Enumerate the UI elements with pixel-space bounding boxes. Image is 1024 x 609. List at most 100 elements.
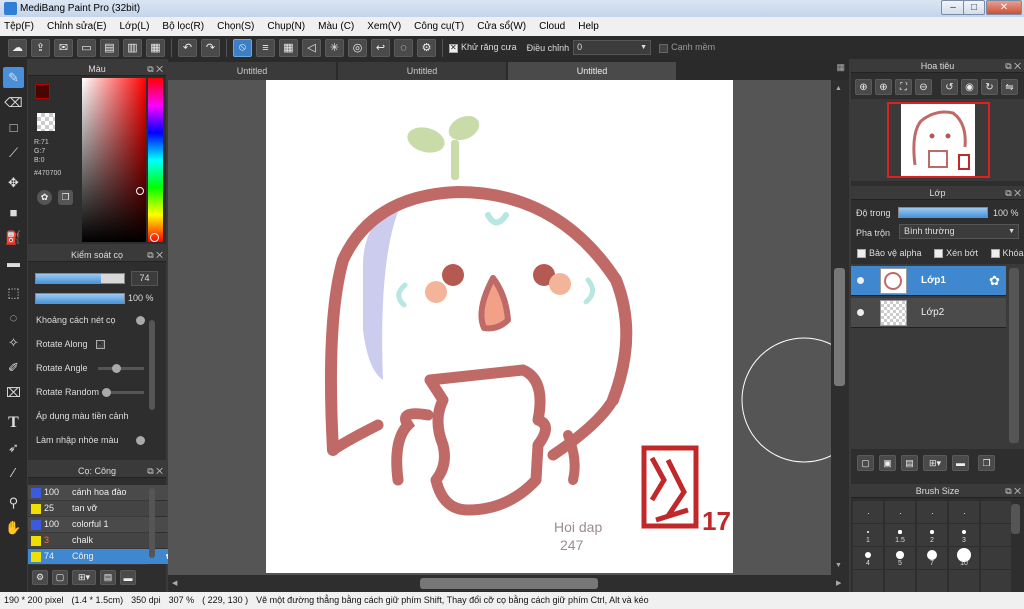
circle-snap-icon[interactable]: ◎ — [348, 38, 367, 57]
zoom-plus-icon[interactable]: ⊕ — [875, 79, 892, 95]
divide-tool-icon[interactable]: ⁄ — [3, 462, 24, 483]
operation-tool-icon[interactable]: ➶ — [3, 437, 24, 458]
brush-size-cell[interactable] — [949, 570, 979, 592]
transparent-color-swatch[interactable] — [37, 113, 55, 131]
ellipse-snap-icon[interactable]: ◌ — [394, 38, 413, 57]
color-history-icon[interactable]: ❐ — [58, 190, 73, 205]
brush-size-cell[interactable] — [885, 570, 915, 592]
brush-size-value[interactable]: 74 — [131, 271, 158, 286]
line-tool-icon[interactable]: ⟋ — [3, 142, 24, 163]
lock-checkbox[interactable] — [990, 249, 1000, 259]
sharp-edge-checkbox[interactable] — [659, 43, 669, 53]
color-picker-handle[interactable] — [136, 187, 144, 195]
book-icon[interactable]: ▥ — [123, 38, 142, 57]
tab-list-icon[interactable]: ▦ — [836, 62, 845, 73]
brush-size-cell[interactable] — [853, 501, 883, 523]
brush-size-cell[interactable]: 10 — [949, 547, 979, 569]
palette-icon[interactable]: ✿ — [37, 190, 52, 205]
brush-size-cell[interactable]: 1 — [853, 524, 883, 546]
duplicate-layer-icon[interactable]: ❐ — [978, 455, 995, 471]
blend-mode-select[interactable]: Bình thường ▼ — [899, 224, 1019, 239]
new-brush-icon[interactable]: ▢ — [52, 570, 68, 585]
menu-edit[interactable]: Chỉnh sửa(E) — [47, 21, 107, 32]
brush-settings-icon[interactable]: ⚙ — [32, 570, 48, 585]
fill-rect-tool-icon[interactable]: ■ — [3, 202, 24, 223]
gradient-tool-icon[interactable]: ▬ — [3, 252, 24, 273]
brush-size-cell[interactable]: 7 — [917, 547, 947, 569]
maximize-button[interactable]: □ — [963, 0, 985, 15]
select-pen-icon[interactable]: ✐ — [3, 357, 24, 378]
brush-opacity-slider[interactable] — [35, 293, 125, 304]
move-tool-icon[interactable]: ✥ — [3, 172, 24, 193]
brush-size-cell[interactable] — [917, 570, 947, 592]
brush-size-cell[interactable]: 3 — [949, 524, 979, 546]
perspective-snap-icon[interactable]: ◁ — [302, 38, 321, 57]
menu-color[interactable]: Màu (C) — [318, 21, 354, 32]
eraser-tool-icon[interactable]: ⌫ — [3, 92, 24, 113]
scroll-right-icon[interactable]: ▶ — [836, 579, 841, 587]
cloud-icon[interactable]: ☁ — [8, 38, 27, 57]
scroll-up-icon[interactable]: ▲ — [835, 85, 842, 92]
brush-options-scrollbar[interactable] — [149, 320, 155, 410]
dot-tool-icon[interactable]: □ — [3, 117, 24, 138]
undo-icon[interactable]: ↶ — [178, 38, 197, 57]
panel-buttons[interactable]: ⧉ ✕ — [147, 464, 163, 478]
parallel-snap-icon[interactable]: ≡ — [256, 38, 275, 57]
scroll-down-icon[interactable]: ▼ — [835, 562, 842, 569]
tab-untitled-2[interactable]: Untitled — [338, 62, 506, 80]
saturation-value-picker[interactable] — [82, 78, 146, 242]
rotate-angle-knob[interactable] — [112, 364, 121, 373]
tab-untitled-3[interactable]: Untitled — [508, 62, 676, 80]
menu-help[interactable]: Help — [578, 21, 599, 32]
add-layer-menu-icon[interactable]: ⊞▾ — [923, 455, 947, 471]
layer-settings-icon[interactable]: ✿ — [989, 273, 1000, 289]
flip-icon[interactable]: ⇋ — [1001, 79, 1018, 95]
hand-tool-icon[interactable]: ✋ — [3, 517, 24, 538]
spacing-slider-knob[interactable] — [136, 316, 145, 325]
brush-size-cell[interactable] — [981, 570, 1011, 592]
panel-buttons[interactable]: ⧉ ✕ — [147, 62, 163, 76]
brush-tool-icon[interactable]: ✎ — [3, 67, 24, 88]
brush-size-cell[interactable] — [981, 501, 1011, 523]
chat-icon[interactable]: ▭ — [77, 38, 96, 57]
visibility-icon[interactable] — [857, 309, 864, 316]
visibility-icon[interactable] — [857, 277, 864, 284]
vertical-scroll-thumb[interactable] — [834, 268, 845, 386]
curve-snap-icon[interactable]: ↩ — [371, 38, 390, 57]
rotate-right-icon[interactable]: ↻ — [981, 79, 998, 95]
horizontal-scrollbar[interactable]: ◀ ▶ — [168, 575, 849, 592]
text-tool-icon[interactable]: T — [3, 412, 24, 433]
menu-filter[interactable]: Bộ lọc(R) — [162, 21, 204, 32]
layer-opacity-slider[interactable] — [898, 207, 988, 218]
brush-size-cell[interactable]: 2 — [917, 524, 947, 546]
brush-size-cell[interactable] — [949, 501, 979, 523]
select-eraser-icon[interactable]: ⌧ — [3, 382, 24, 403]
layer-row-1[interactable]: Lớp1 ✿ — [851, 266, 1006, 296]
settings-icon[interactable]: ⚙ — [417, 38, 436, 57]
new-8bit-layer-icon[interactable]: ▤ — [901, 455, 918, 471]
snap-off-icon[interactable]: ⦸ — [233, 38, 252, 57]
redo-icon[interactable]: ↷ — [201, 38, 220, 57]
comment-icon[interactable]: ✉ — [54, 38, 73, 57]
brush-size-cell[interactable] — [981, 547, 1011, 569]
new-layer-icon[interactable]: ▢ — [857, 455, 874, 471]
menu-cloud[interactable]: Cloud — [539, 21, 565, 32]
navigator-viewport-box[interactable] — [887, 102, 990, 178]
bucket-tool-icon[interactable]: ⛽ — [3, 227, 24, 248]
rotate-random-knob[interactable] — [102, 388, 111, 397]
menu-window[interactable]: Cửa sổ(W) — [477, 21, 526, 32]
minimize-button[interactable]: – — [941, 0, 965, 15]
clipping-checkbox[interactable] — [934, 249, 944, 259]
rotate-left-icon[interactable]: ↺ — [941, 79, 958, 95]
layer-list-scrollbar[interactable] — [1009, 268, 1019, 443]
menu-tools[interactable]: Công cụ(T) — [414, 21, 464, 32]
blend-color-knob[interactable] — [136, 436, 145, 445]
brush-size-cell[interactable] — [853, 570, 883, 592]
brush-size-cell[interactable] — [917, 501, 947, 523]
panel-buttons[interactable]: ⧉ ✕ — [1005, 59, 1021, 73]
brush-size-cell[interactable] — [885, 501, 915, 523]
navigator-preview[interactable] — [851, 99, 1024, 181]
zoom-out-icon[interactable]: ⊖ — [915, 79, 932, 95]
reset-rotation-icon[interactable]: ◉ — [961, 79, 978, 95]
share-icon[interactable]: ⇪ — [31, 38, 50, 57]
